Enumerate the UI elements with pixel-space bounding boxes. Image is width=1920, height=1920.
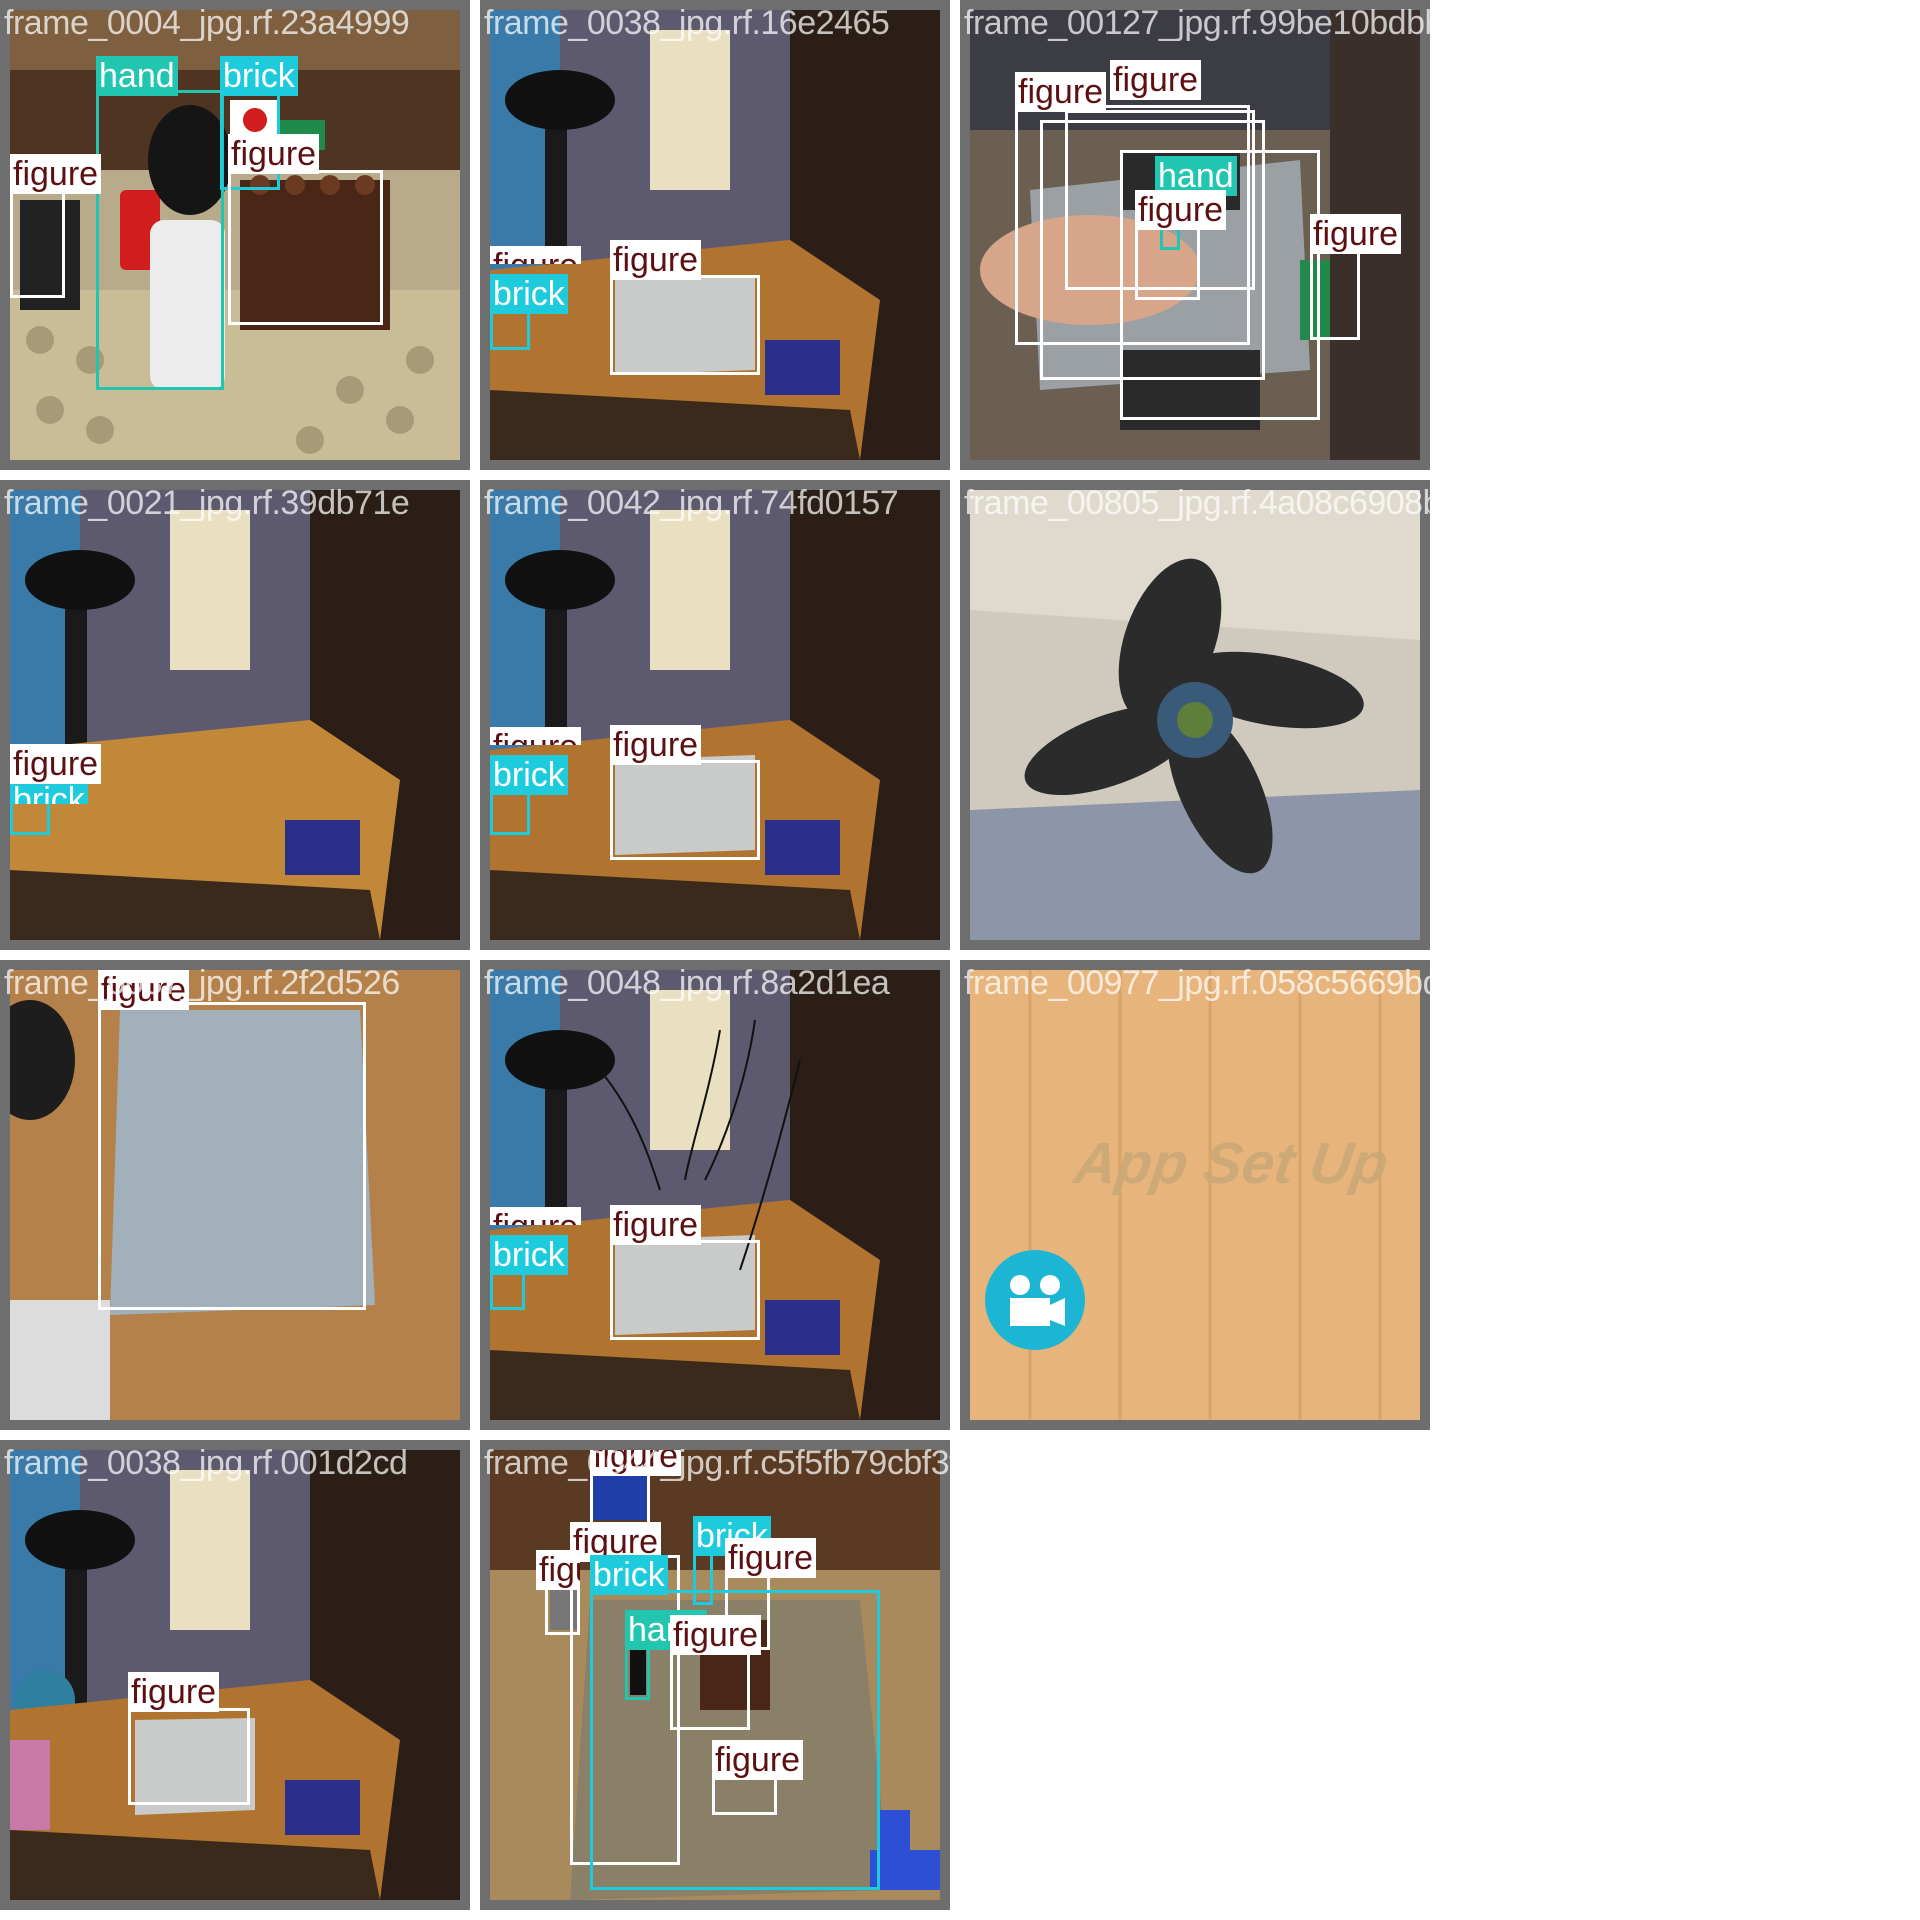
desk-scene [490, 490, 940, 940]
grid-tile-7[interactable]: figure brick figure frame_0048_jpg.rf.8a… [480, 960, 950, 1430]
bbox-figure [610, 275, 760, 375]
grid-tile-0[interactable]: hand brick figure figure frame_0004_jpg.… [0, 0, 470, 470]
label-figure: figure [670, 1615, 762, 1655]
bbox-hand [625, 1645, 650, 1700]
photo-frame: brick figure [10, 490, 460, 940]
bbox-figure [670, 1650, 750, 1730]
grid-tile-9[interactable]: figure frame_0038_jpg.rf.001d2cd [0, 1440, 470, 1910]
bbox-figure [712, 1775, 777, 1815]
label-figure: figure [1110, 60, 1202, 100]
ceiling-fan-scene [970, 490, 1420, 940]
label-figure: figure [610, 240, 702, 280]
desk-scene-annotated [490, 970, 940, 1420]
label-figure: figure [1135, 190, 1227, 230]
bbox-figure [98, 1002, 366, 1310]
label-figure: figure [1015, 72, 1107, 112]
bbox-figure [610, 1240, 760, 1340]
grid-tile-3[interactable]: brick figure frame_0021_jpg.rf.39db71e [0, 480, 470, 950]
label-figure: figure [10, 744, 102, 784]
label-brick: brick [220, 56, 298, 96]
photo-frame [970, 490, 1420, 940]
label-figure: figure [725, 1538, 817, 1578]
bbox-figure [128, 1708, 250, 1805]
photo-frame: figure figure hand figure figure [970, 10, 1420, 460]
grid-tile-4[interactable]: figure brick figure frame_0042_jpg.rf.74… [480, 480, 950, 950]
photo-frame: figure [10, 970, 460, 1420]
label-figure: figure [590, 1450, 682, 1476]
desk-scene [10, 490, 460, 940]
bbox-figure [1135, 225, 1200, 300]
label-brick: brick [590, 1555, 668, 1595]
bbox-brick [490, 790, 530, 835]
grid-tile-8[interactable]: App Set Up frame_00977_jpg.rf.058c5669bd… [960, 960, 1430, 1430]
photo-frame: hand brick figure figure [10, 10, 460, 460]
bbox-figure [228, 170, 383, 325]
photo-frame: figure figure brick figure figure brick … [490, 1450, 940, 1900]
label-brick: brick [490, 274, 568, 314]
label-figure: figure [10, 154, 102, 194]
label-brick: brick [490, 1235, 568, 1275]
photo-frame: figure [10, 1450, 460, 1900]
bbox-brick [490, 1270, 525, 1310]
label-figure: figure [610, 1205, 702, 1245]
label-figure: figure [712, 1740, 804, 1780]
grid-tile-6[interactable]: figure frame_0037_jpg.rf.2f2d526 [0, 960, 470, 1430]
label-hand: hand [96, 56, 178, 96]
grid-tile-2[interactable]: figure figure hand figure figure frame_0… [960, 0, 1430, 470]
bbox-hand [96, 90, 224, 390]
label-figure: figure [1310, 214, 1402, 254]
grid-tile-10[interactable]: figure figure brick figure figure brick … [480, 1440, 950, 1910]
label-figure: figure [128, 1672, 220, 1712]
label-brick: brick [490, 755, 568, 795]
bbox-figure [10, 190, 65, 298]
bbox-figure [1310, 250, 1360, 340]
label-figure-occluded: figure [536, 1550, 580, 1590]
photo-frame: App Set Up [970, 970, 1420, 1420]
photo-frame: figure brick figure [490, 490, 940, 940]
bbox-brick [490, 310, 530, 350]
label-figure: figure [98, 970, 190, 1010]
desk-scene [490, 10, 940, 460]
desk-scene [10, 1450, 460, 1900]
bbox-figure [610, 760, 760, 860]
label-figure: figure [610, 725, 702, 765]
label-figure: figure [228, 134, 320, 174]
photo-frame: figure brick figure [490, 970, 940, 1420]
grid-tile-5[interactable]: frame_00805_jpg.rf.4a08c6908b43eb355f6fd… [960, 480, 1430, 950]
photo-frame: figure brick figure [490, 10, 940, 460]
app-setup-title: App Set Up [1070, 1131, 1393, 1196]
grid-tile-1[interactable]: figure brick figure frame_0038_jpg.rf.16… [480, 0, 950, 470]
